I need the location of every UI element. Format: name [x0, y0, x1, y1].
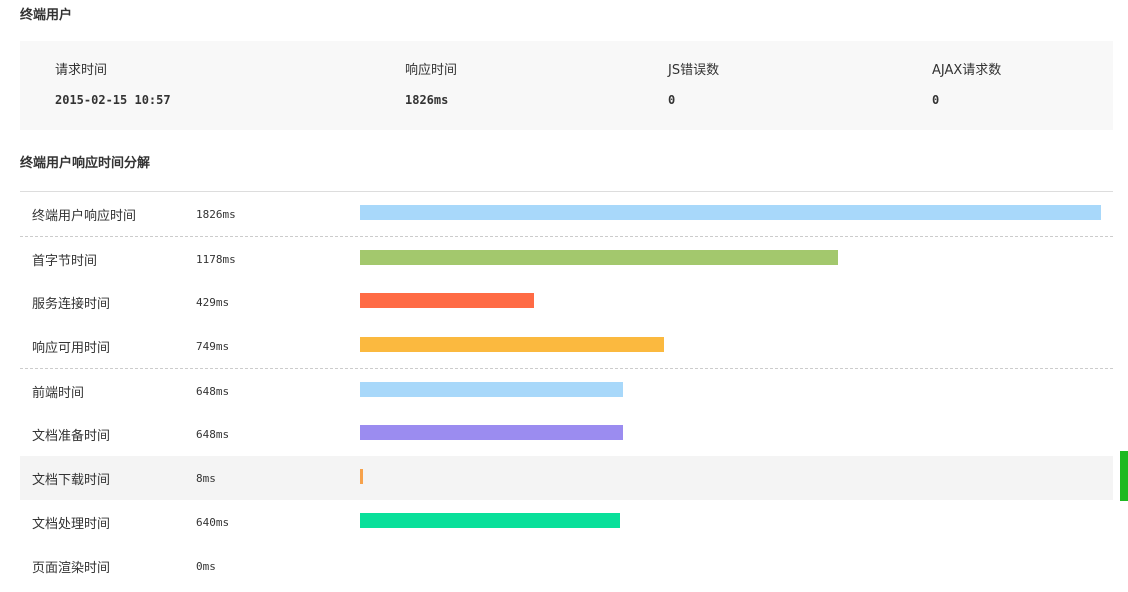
timing-bar [360, 250, 838, 265]
scroll-indicator[interactable] [1120, 451, 1128, 501]
row-value: 429ms [196, 296, 230, 309]
row-label: 终端用户响应时间 [32, 209, 137, 224]
bar-track [360, 205, 1101, 220]
timing-bar [360, 513, 620, 528]
bar-track [360, 425, 1101, 440]
summary-request-time: 请求时间 2015-02-15 10:57 [55, 62, 171, 108]
summary-js-errors: JS错误数 0 [668, 62, 719, 108]
row-value: 1178ms [196, 253, 236, 266]
section-title-end-user: 终端用户 [20, 8, 73, 23]
summary-label: JS错误数 [668, 63, 720, 78]
row-label: 文档处理时间 [32, 517, 111, 532]
row-label: 首字节时间 [32, 254, 98, 269]
bar-track [360, 382, 1101, 397]
bar-track [360, 293, 1101, 308]
summary-value: 2015-02-15 10:57 [55, 93, 171, 107]
row-value: 648ms [196, 428, 230, 441]
row-value: 1826ms [196, 208, 236, 221]
row-label: 页面渲染时间 [32, 561, 111, 576]
summary-value: 0 [932, 93, 940, 107]
row-value: 8ms [196, 472, 216, 485]
breakdown-row: 页面渲染时间 0ms [20, 544, 1113, 588]
summary-label: 请求时间 [55, 63, 108, 78]
bar-track [360, 557, 1101, 572]
row-value: 648ms [196, 385, 230, 398]
summary-value: 0 [668, 93, 676, 107]
summary-ajax-requests: AJAX请求数 0 [932, 62, 1001, 108]
timing-bar [360, 337, 664, 352]
section-title-breakdown: 终端用户响应时间分解 [20, 156, 151, 171]
bar-track [360, 337, 1101, 352]
breakdown-row: 文档处理时间 640ms [20, 500, 1113, 544]
breakdown-row: 响应可用时间 749ms [20, 324, 1113, 368]
summary-label: 响应时间 [405, 63, 458, 78]
breakdown-row: 文档准备时间 648ms [20, 412, 1113, 456]
row-value: 0ms [196, 560, 216, 573]
breakdown-row: 终端用户响应时间 1826ms [20, 192, 1113, 236]
bar-track [360, 513, 1101, 528]
bar-track [360, 469, 1101, 484]
row-label: 前端时间 [32, 386, 85, 401]
row-label: 响应可用时间 [32, 341, 111, 356]
row-label: 文档准备时间 [32, 429, 111, 444]
row-value: 640ms [196, 516, 230, 529]
row-label: 文档下载时间 [32, 473, 111, 488]
summary-value: 1826ms [405, 93, 449, 107]
response-time-breakdown: 终端用户响应时间 1826ms 首字节时间 1178ms 服务连接时间 429m… [20, 191, 1113, 588]
summary-panel: 请求时间 2015-02-15 10:57 响应时间 1826ms JS错误数 … [20, 41, 1113, 130]
breakdown-row: 首字节时间 1178ms [20, 236, 1113, 280]
timing-bar [360, 425, 623, 440]
timing-bar [360, 382, 623, 397]
summary-response-time: 响应时间 1826ms [405, 62, 457, 108]
row-label: 服务连接时间 [32, 297, 111, 312]
row-value: 749ms [196, 340, 230, 353]
breakdown-row: 前端时间 648ms [20, 368, 1113, 412]
bar-track [360, 250, 1101, 265]
timing-bar [360, 205, 1101, 220]
timing-bar [360, 293, 534, 308]
breakdown-row-hovered[interactable]: 文档下载时间 8ms [20, 456, 1113, 500]
breakdown-row: 服务连接时间 429ms [20, 280, 1113, 324]
summary-label: AJAX请求数 [932, 63, 1002, 78]
timing-bar [360, 469, 363, 484]
